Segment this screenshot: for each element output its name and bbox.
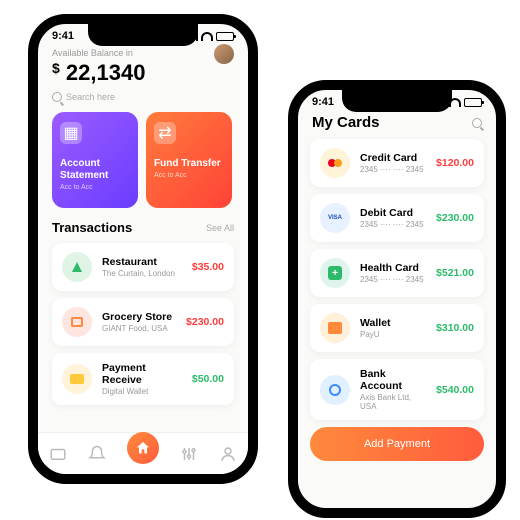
credit-card-icon <box>320 148 350 178</box>
debit-card-icon: VISA <box>320 203 350 233</box>
battery-icon <box>464 98 482 107</box>
available-label: Available Balance in <box>52 48 234 58</box>
nav-wallet-icon[interactable] <box>49 445 67 463</box>
card-row[interactable]: + Health Card2345 ···· ···· 2345 $521.00 <box>310 249 484 297</box>
notch <box>342 90 452 112</box>
add-payment-button[interactable]: Add Payment <box>310 427 484 461</box>
fund-transfer-card[interactable]: ⇄ Fund Transfer Acc to Acc <box>146 112 232 208</box>
nav-profile-icon[interactable] <box>219 445 237 463</box>
mycards-screen: 9:41 My Cards Credit Card2345 ···· ···· … <box>288 80 506 518</box>
bank-icon <box>320 375 350 405</box>
search-icon[interactable] <box>472 118 482 128</box>
battery-icon <box>216 32 234 41</box>
nav-home-icon[interactable] <box>127 432 159 464</box>
card-row[interactable]: Credit Card2345 ···· ···· 2345 $120.00 <box>310 139 484 187</box>
transaction-row[interactable]: RestaurantThe Curtain, London $35.00 <box>52 243 234 291</box>
card-row[interactable]: VISA Debit Card2345 ···· ···· 2345 $230.… <box>310 194 484 242</box>
card-amount: $521.00 <box>436 267 474 279</box>
account-statement-card[interactable]: ▦ Account Statement Acc to Acc <box>52 112 138 208</box>
payment-icon <box>62 364 92 394</box>
nav-bell-icon[interactable] <box>88 445 106 463</box>
card-amount: $540.00 <box>436 384 474 396</box>
transaction-amount: $35.00 <box>192 261 224 273</box>
notch <box>88 24 198 46</box>
statement-icon: ▦ <box>60 122 82 144</box>
search-input[interactable]: Search here <box>52 92 234 102</box>
nav-settings-icon[interactable] <box>180 445 198 463</box>
search-placeholder: Search here <box>66 92 115 102</box>
card-amount: $120.00 <box>436 157 474 169</box>
restaurant-icon <box>62 252 92 282</box>
transaction-row[interactable]: Payment ReceiveDigital Wallet $50.00 <box>52 353 234 405</box>
transaction-amount: $50.00 <box>192 373 224 385</box>
card-row[interactable]: Bank AccountAxis Bank Ltd, USA $540.00 <box>310 359 484 420</box>
avatar[interactable] <box>214 44 234 64</box>
page-title: My Cards <box>312 114 380 131</box>
transfer-icon: ⇄ <box>154 122 176 144</box>
see-all-link[interactable]: See All <box>206 223 234 233</box>
navbar <box>38 432 248 474</box>
balance-value: $ 22,1340 <box>52 60 234 86</box>
transaction-row[interactable]: Grocery StoreGIANT Food, USA $230.00 <box>52 298 234 346</box>
search-icon <box>52 92 62 102</box>
action-cards: ▦ Account Statement Acc to Acc ⇄ Fund Tr… <box>52 112 234 208</box>
card-amount: $230.00 <box>436 212 474 224</box>
status-time: 9:41 <box>52 30 74 42</box>
card-row[interactable]: WalletPayU $310.00 <box>310 304 484 352</box>
home-screen: 9:41 Available Balance in $ 22,1340 Sear… <box>28 14 258 484</box>
health-card-icon: + <box>320 258 350 288</box>
status-time: 9:41 <box>312 96 334 108</box>
transaction-amount: $230.00 <box>186 316 224 328</box>
wallet-icon <box>320 313 350 343</box>
wifi-icon <box>201 32 213 41</box>
grocery-icon <box>62 307 92 337</box>
card-amount: $310.00 <box>436 322 474 334</box>
transactions-header: Transactions See All <box>52 220 234 235</box>
